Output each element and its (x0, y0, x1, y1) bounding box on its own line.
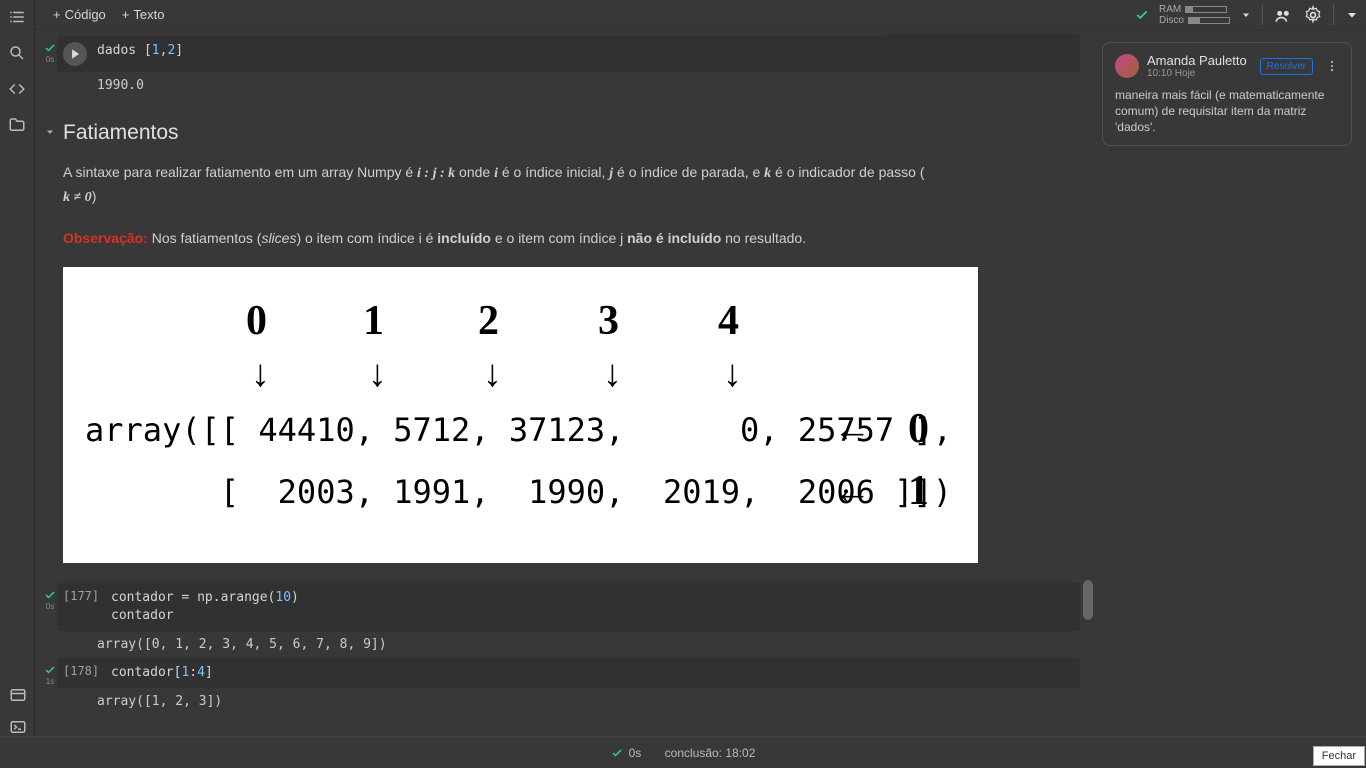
settings-icon[interactable] (1303, 5, 1323, 25)
check-icon (1135, 8, 1149, 22)
comment-author: Amanda Pauletto (1147, 53, 1247, 68)
check-icon (44, 664, 56, 676)
section-heading: Fatiamentos (63, 121, 1074, 145)
toc-icon[interactable] (8, 8, 26, 26)
down-arrow-icon: ↓ (483, 352, 502, 396)
exec-time: 1s (46, 677, 54, 686)
top-right-controls: RAM Disco (1135, 4, 1360, 26)
code-snippets-icon[interactable] (8, 80, 26, 98)
left-arrow-icon: ← (833, 469, 871, 513)
files-icon[interactable] (8, 116, 26, 134)
check-icon (44, 42, 56, 54)
share-icon[interactable] (1273, 5, 1293, 25)
add-code-button[interactable]: +Código (45, 4, 114, 25)
resource-meter[interactable]: RAM Disco (1159, 4, 1230, 26)
code-input[interactable]: [178] contador[1:4] (57, 658, 1080, 688)
code-cell: 1s [178] contador[1:4] array([1, 2, 3]) (35, 658, 1366, 715)
code-cell: 0s [177] contador = np.arange(10)contado… (35, 583, 1366, 658)
observation-paragraph: Observação: Nos fatiamentos (slices) o i… (63, 227, 1074, 249)
resolve-button[interactable]: Resolver (1260, 58, 1313, 75)
cell-output: 1990.0 (57, 72, 1080, 99)
close-button[interactable]: Fechar (1313, 746, 1365, 766)
collapse-section-icon[interactable] (43, 121, 57, 583)
down-arrow-icon: ↓ (368, 352, 387, 396)
check-icon (611, 747, 623, 759)
comment-time: 10:10 Hoje (1147, 68, 1247, 79)
code-input[interactable]: dados [1,2] (57, 36, 1080, 72)
left-arrow-icon: ← (833, 407, 871, 451)
array-diagram: 0 1 2 3 4 ↓ ↓ ↓ ↓ ↓ array([[ 44410, 5712… (63, 267, 978, 563)
check-icon (44, 589, 56, 601)
scrollbar-thumb[interactable] (1083, 580, 1093, 620)
code-input[interactable]: [177] contador = np.arange(10)contador (57, 583, 1080, 631)
add-text-button[interactable]: +Texto (114, 4, 173, 25)
sidebar-bottom (0, 686, 35, 736)
exec-time: 0s (46, 55, 54, 64)
down-arrow-icon: ↓ (603, 352, 622, 396)
avatar (1115, 54, 1139, 78)
terminal-icon[interactable] (9, 718, 27, 736)
run-button[interactable] (63, 42, 87, 66)
expand-icon[interactable] (1344, 7, 1360, 23)
exec-time: 0s (46, 602, 54, 611)
down-arrow-icon: ↓ (251, 352, 270, 396)
runtime-dropdown-icon[interactable] (1240, 9, 1252, 21)
search-icon[interactable] (8, 44, 26, 62)
variables-icon[interactable] (9, 686, 27, 704)
status-bar: 0s conclusão: 18:02 (0, 736, 1366, 768)
section-paragraph: A sintaxe para realizar fatiamento em um… (63, 161, 1074, 209)
cell-output: array([1, 2, 3]) (57, 688, 1080, 715)
left-sidebar (0, 0, 35, 736)
exec-count: [177] (63, 589, 103, 603)
comment-body: maneira mais fácil (e matematicamente co… (1115, 87, 1339, 135)
comment-panel: Amanda Pauletto 10:10 Hoje Resolver mane… (1102, 42, 1352, 146)
exec-count: [178] (63, 664, 103, 678)
down-arrow-icon: ↓ (723, 352, 742, 396)
cell-output: array([0, 1, 2, 3, 4, 5, 6, 7, 8, 9]) (57, 631, 1080, 658)
text-cell: Fatiamentos A sintaxe para realizar fati… (35, 121, 1366, 583)
comment-more-icon[interactable] (1325, 59, 1339, 73)
